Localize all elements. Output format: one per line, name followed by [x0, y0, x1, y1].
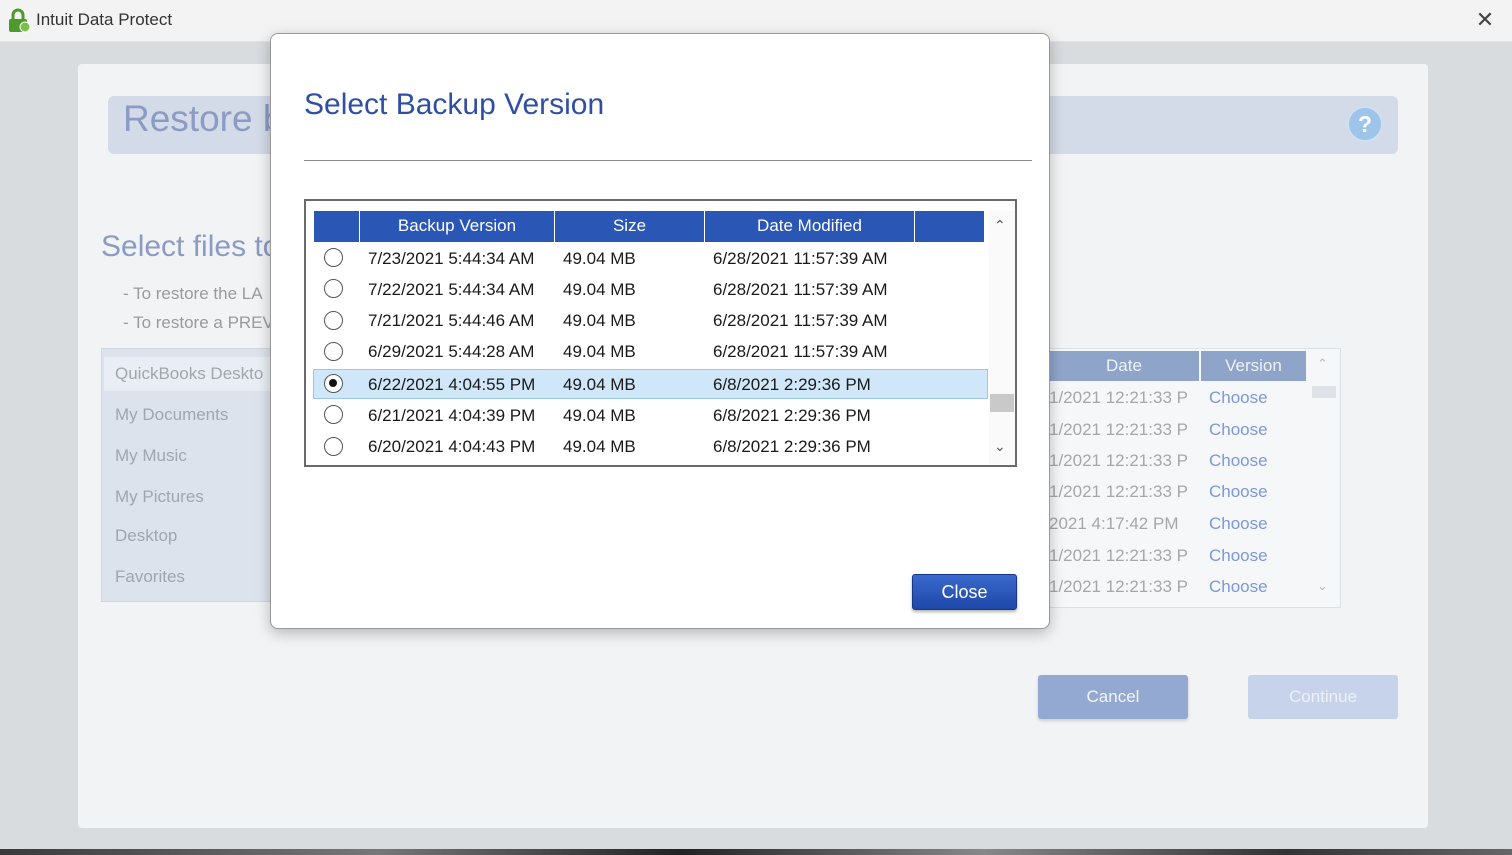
hint-text-1: - To restore the LA: [123, 284, 263, 303]
app-title: Intuit Data Protect: [36, 10, 173, 29]
column-header-select: [314, 211, 360, 242]
grid-scroll-thumb[interactable]: [990, 394, 1014, 412]
continue-button[interactable]: Continue: [1248, 675, 1398, 719]
date-modified-cell: 6/28/2021 11:57:39 AM: [713, 311, 888, 330]
size-cell: 49.04 MB: [563, 280, 636, 299]
row-radio[interactable]: [324, 279, 343, 298]
backup-version-cell[interactable]: 6/20/2021 4:04:43 PM: [368, 437, 535, 457]
column-header-backup-version[interactable]: Backup Version: [360, 211, 555, 242]
close-button[interactable]: Close: [912, 574, 1017, 610]
folder-item-my-music[interactable]: My Music: [115, 446, 187, 466]
size-cell: 49.04 MB: [563, 311, 636, 330]
window-close-button[interactable]: ✕: [1470, 6, 1500, 34]
date-modified-cell: 6/28/2021 11:57:39 AM: [713, 342, 888, 361]
file-row-date: 1/2021 12:21:33 P: [1049, 420, 1188, 439]
date-modified-cell: 6/8/2021 2:29:36 PM: [713, 406, 871, 425]
folder-item-my-pictures[interactable]: My Pictures: [115, 487, 204, 507]
row-radio[interactable]: [324, 405, 343, 424]
backup-version-cell[interactable]: 7/23/2021 5:44:34 AM: [368, 249, 534, 269]
backup-version-cell[interactable]: 6/29/2021 5:44:28 AM: [368, 342, 534, 362]
choose-link[interactable]: Choose: [1209, 577, 1268, 597]
size-cell: 49.04 MB: [563, 249, 636, 268]
column-header-empty: [915, 211, 985, 242]
date-modified-cell: 6/8/2021 2:29:36 PM: [713, 437, 871, 456]
dialog-title: Select Backup Version: [304, 88, 605, 121]
folder-item-my-documents[interactable]: My Documents: [115, 405, 228, 425]
scroll-up-icon[interactable]: ⌃: [994, 217, 1006, 234]
date-modified-cell: 6/28/2021 11:57:39 AM: [713, 280, 888, 299]
column-header-date[interactable]: Date: [1049, 351, 1199, 381]
scroll-down-icon[interactable]: ⌄: [994, 438, 1006, 455]
choose-link[interactable]: Choose: [1209, 451, 1268, 471]
column-header-version[interactable]: Version: [1201, 351, 1306, 381]
choose-link[interactable]: Choose: [1209, 546, 1268, 566]
file-row-date: 1/2021 12:21:33 P: [1049, 482, 1188, 501]
hint-text-2: - To restore a PREV: [123, 313, 274, 332]
column-header-date-modified[interactable]: Date Modified: [705, 211, 915, 242]
choose-link[interactable]: Choose: [1209, 388, 1268, 408]
row-radio[interactable]: [324, 437, 343, 456]
lock-app-icon: [9, 8, 31, 33]
folder-item-favorites[interactable]: Favorites: [115, 567, 185, 587]
size-cell: 49.04 MB: [563, 342, 636, 361]
file-row-date: 2021 4:17:42 PM: [1049, 514, 1179, 533]
size-cell: 49.04 MB: [563, 375, 636, 394]
row-radio[interactable]: [324, 311, 343, 330]
scroll-thumb[interactable]: [1312, 386, 1336, 398]
select-files-heading: Select files to: [101, 230, 280, 263]
folder-item-quickbooks[interactable]: QuickBooks Deskto: [104, 357, 272, 391]
file-row-date: 1/2021 12:21:33 P: [1049, 388, 1188, 407]
column-header-size[interactable]: Size: [555, 211, 705, 242]
size-cell: 49.04 MB: [563, 406, 636, 425]
size-cell: 49.04 MB: [563, 437, 636, 456]
backup-version-cell[interactable]: 6/22/2021 4:04:55 PM: [368, 375, 535, 395]
row-radio[interactable]: [324, 342, 343, 361]
backup-version-cell[interactable]: 6/21/2021 4:04:39 PM: [368, 406, 535, 426]
scroll-up-icon[interactable]: ⌃: [1317, 356, 1328, 372]
file-row-date: 1/2021 12:21:33 P: [1049, 546, 1188, 565]
file-table: [1048, 348, 1341, 608]
choose-link[interactable]: Choose: [1209, 482, 1268, 502]
file-row-date: 1/2021 12:21:33 P: [1049, 577, 1188, 596]
cancel-button[interactable]: Cancel: [1038, 675, 1188, 719]
row-radio-selected[interactable]: [324, 374, 343, 393]
date-modified-cell: 6/28/2021 11:57:39 AM: [713, 249, 888, 268]
file-row-date: 1/2021 12:21:33 P: [1049, 451, 1188, 470]
desktop-strip: [0, 849, 1512, 855]
choose-link[interactable]: Choose: [1209, 420, 1268, 440]
restore-title: Restore b: [123, 98, 284, 139]
date-modified-cell: 6/8/2021 2:29:36 PM: [713, 375, 871, 394]
backup-version-cell[interactable]: 7/22/2021 5:44:34 AM: [368, 280, 534, 300]
folder-item-desktop[interactable]: Desktop: [115, 526, 177, 546]
row-radio[interactable]: [324, 248, 343, 267]
scroll-down-icon[interactable]: ⌄: [1317, 578, 1328, 594]
choose-link[interactable]: Choose: [1209, 514, 1268, 534]
help-icon[interactable]: ?: [1347, 106, 1383, 142]
grid-scrollbar[interactable]: [989, 211, 1015, 464]
backup-version-cell[interactable]: 7/21/2021 5:44:46 AM: [368, 311, 534, 331]
dialog-divider: [304, 160, 1032, 161]
